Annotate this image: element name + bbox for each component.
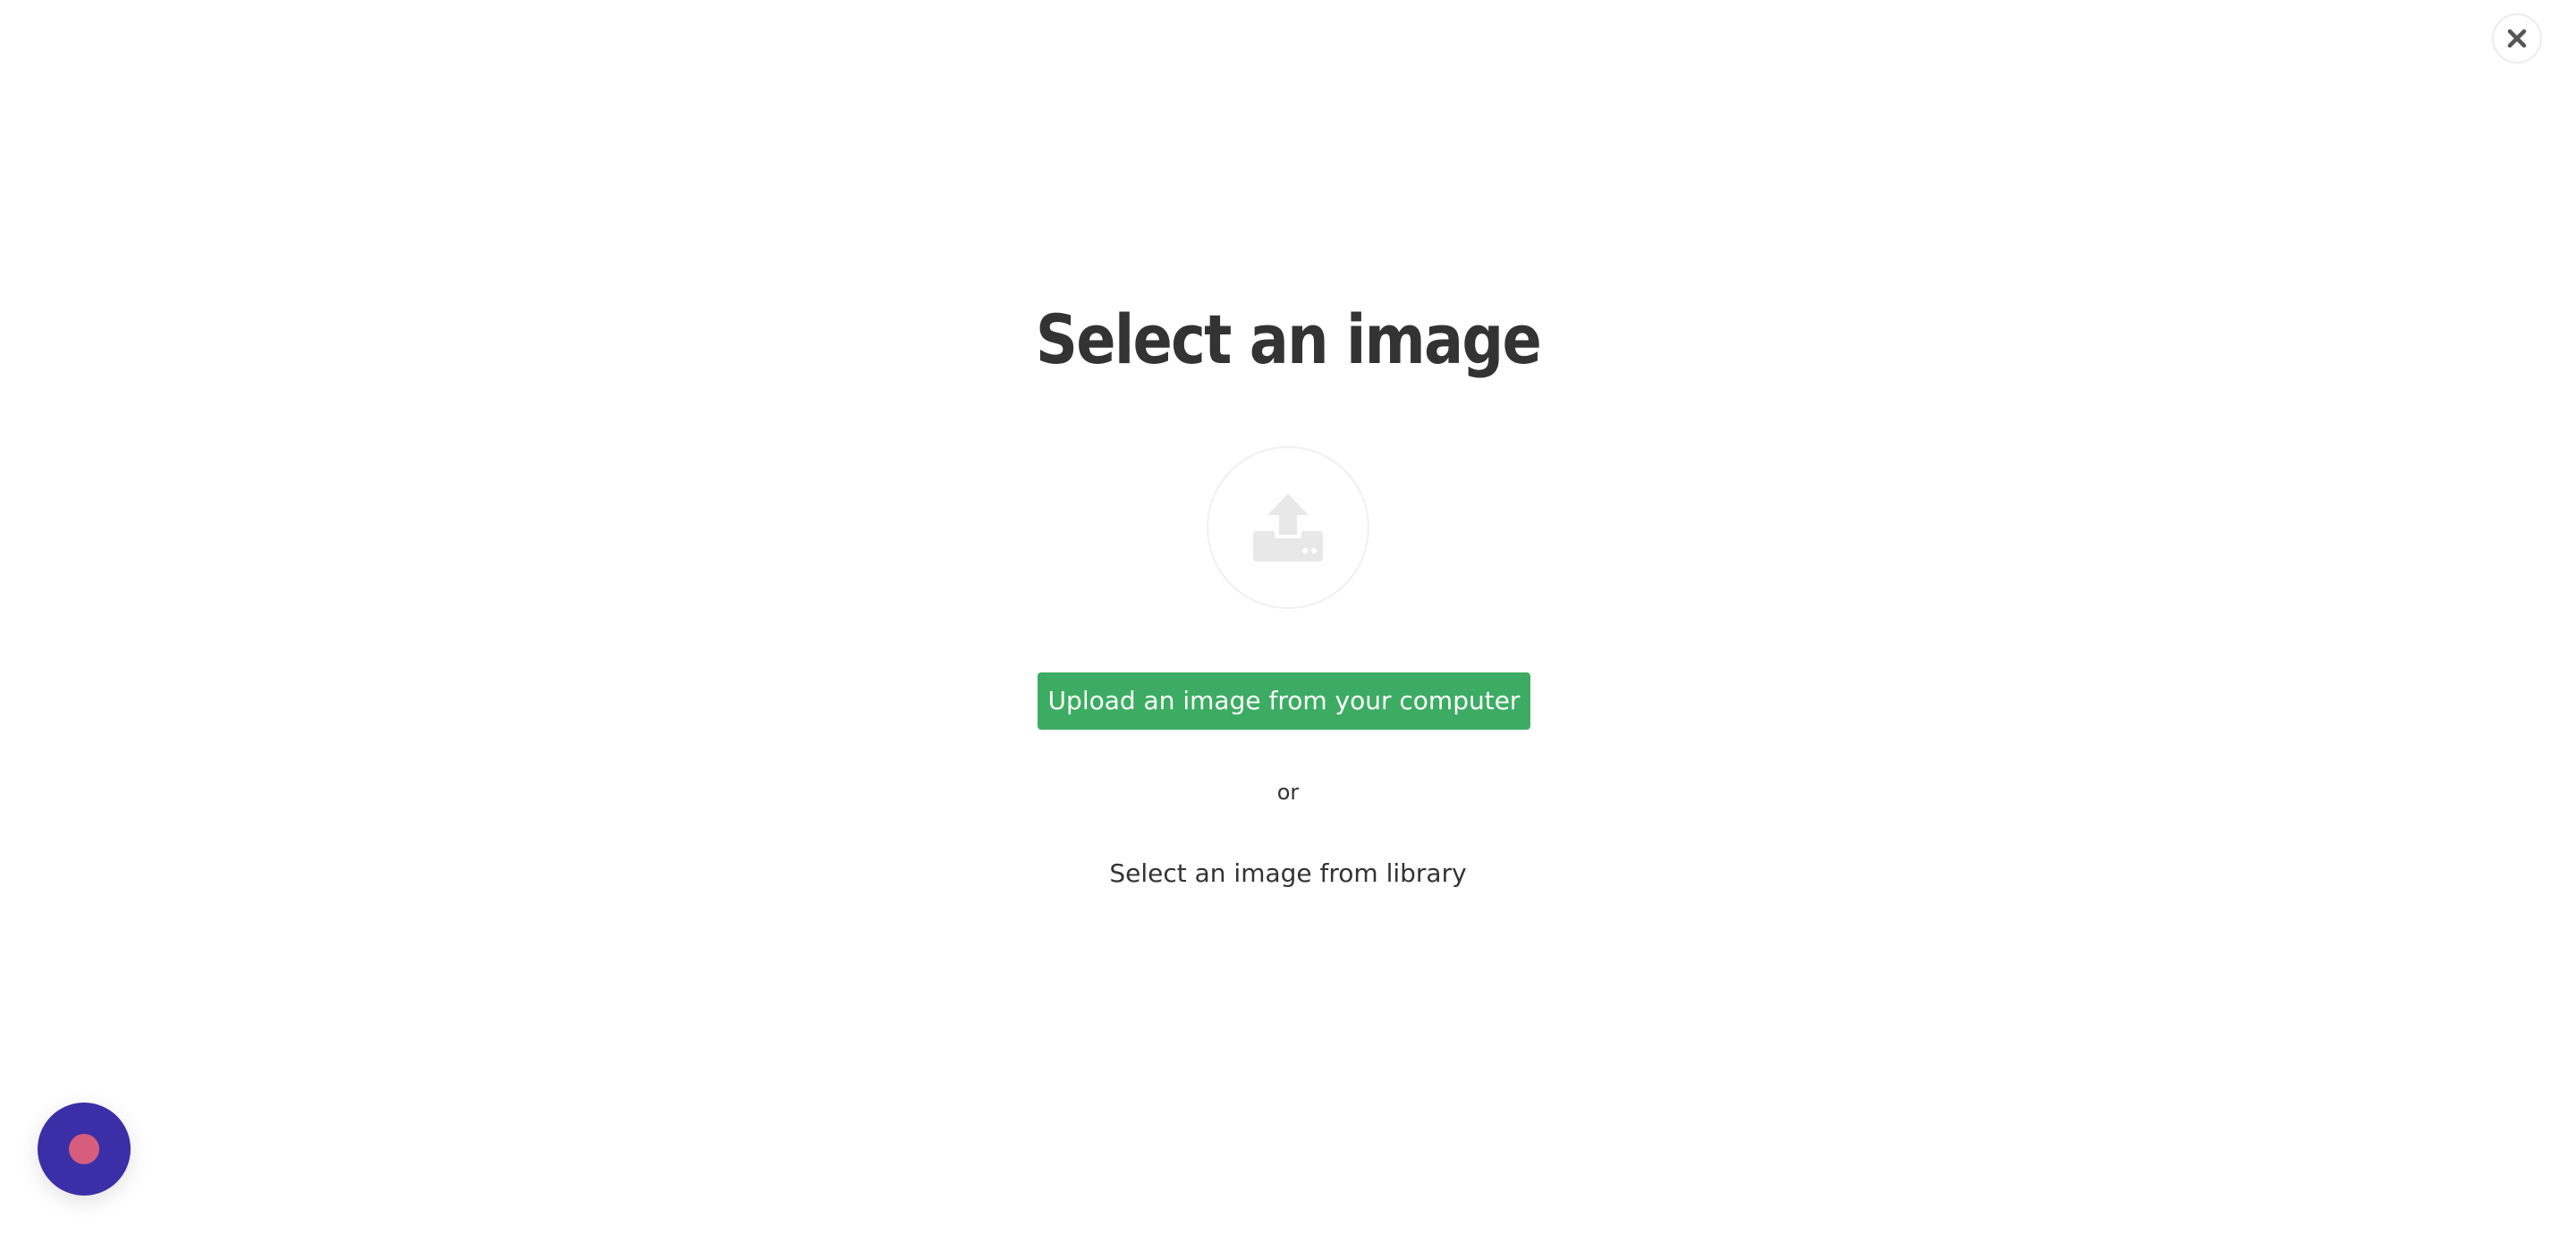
upload-from-computer-button[interactable]: Upload an image from your computer: [1038, 672, 1530, 730]
or-separator: or: [1276, 780, 1300, 805]
page-title: Select an image: [1035, 300, 1542, 379]
select-from-library-link[interactable]: Select an image from library: [1109, 851, 1467, 896]
upload-icon: [1251, 492, 1325, 563]
chat-widget-button[interactable]: [38, 1103, 131, 1196]
image-select-modal: Select an image Upload an image from you…: [0, 0, 2576, 1234]
upload-dropzone[interactable]: [1207, 446, 1369, 609]
chat-widget-icon: [69, 1134, 99, 1164]
